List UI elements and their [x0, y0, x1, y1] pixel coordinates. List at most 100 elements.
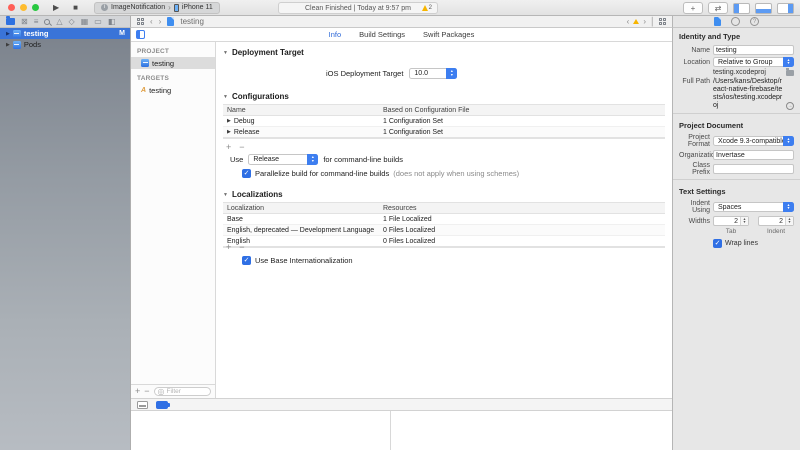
stepper-arrows-icon[interactable]: ▲▼ — [740, 217, 748, 225]
table-row[interactable]: ▶Debug 1 Configuration Set — [223, 116, 665, 127]
tab-build-settings[interactable]: Build Settings — [359, 30, 405, 39]
target-item-label[interactable]: testing — [149, 86, 171, 95]
editor-options-button[interactable]: ⇄ — [708, 2, 728, 14]
add-editor-icon[interactable] — [659, 18, 666, 25]
tab-swift-packages[interactable]: Swift Packages — [423, 30, 474, 39]
issue-navigator-icon[interactable]: △ — [56, 17, 62, 27]
close-window-button[interactable] — [8, 4, 15, 11]
breakpoint-navigator-icon[interactable]: ▭ — [94, 17, 102, 27]
project-format-popup[interactable]: Xcode 9.3-compatible ▲▼ — [713, 136, 794, 146]
name-field[interactable]: testing — [713, 45, 794, 55]
navigator-item-pods[interactable]: ▶ Pods — [0, 39, 130, 50]
issue-warning-icon — [633, 19, 639, 24]
table-row[interactable]: Base 1 File Localized — [223, 214, 665, 225]
column-resources[interactable]: Resources — [381, 205, 665, 212]
project-item-label[interactable]: testing — [152, 59, 174, 68]
related-items-icon[interactable] — [137, 18, 144, 25]
add-target-button[interactable]: + — [135, 387, 140, 396]
run-button[interactable]: ▶ — [53, 3, 59, 12]
organization-field[interactable]: Invertase — [713, 150, 794, 160]
test-navigator-icon[interactable]: ◇ — [69, 17, 75, 27]
issue-forward-button[interactable]: › — [643, 17, 646, 26]
toggle-debug-area-button[interactable] — [755, 3, 772, 14]
zoom-window-button[interactable] — [32, 4, 39, 11]
disclosure-open-icon[interactable]: ▼ — [223, 50, 228, 56]
project-editor-tabs: Info Build Settings Swift Packages — [131, 28, 672, 42]
table-row[interactable]: English 0 Files Localized — [223, 236, 665, 247]
tab-width-stepper[interactable]: 2 ▲▼ — [713, 216, 749, 226]
history-inspector-icon[interactable] — [731, 17, 740, 26]
section-deployment-target[interactable]: ▼ Deployment Target — [223, 48, 304, 57]
forward-button[interactable]: › — [159, 17, 162, 26]
back-button[interactable]: ‹ — [150, 17, 153, 26]
disclosure-icon[interactable]: ▶ — [6, 31, 10, 37]
hide-debug-area-icon[interactable] — [137, 401, 148, 409]
disclosure-icon[interactable]: ▶ — [227, 129, 231, 135]
file-inspector-icon[interactable] — [714, 17, 721, 26]
quick-help-inspector-icon[interactable]: ? — [750, 17, 759, 26]
table-row[interactable]: English, deprecated — Development Langua… — [223, 225, 665, 236]
class-prefix-field[interactable] — [713, 164, 794, 174]
editor-sidebar-toggle-icon[interactable] — [136, 30, 145, 39]
add-localization-button[interactable]: + — [226, 242, 231, 252]
column-localization[interactable]: Localization — [223, 205, 381, 212]
minimize-window-button[interactable] — [20, 4, 27, 11]
disclosure-open-icon[interactable]: ▼ — [223, 192, 228, 198]
command-line-config-popup[interactable]: Release ▲▼ — [248, 154, 318, 165]
ios-deployment-target-label: iOS Deployment Target — [326, 69, 403, 78]
search-navigator-icon[interactable] — [44, 19, 50, 25]
base-internationalization-checkbox[interactable]: ✓ — [242, 256, 251, 265]
wrap-lines-checkbox[interactable]: ✓ — [713, 239, 722, 248]
full-path-value: /Users/kans/Desktop/react-native-firebas… — [713, 78, 794, 110]
section-localizations[interactable]: ▼ Localizations — [223, 190, 283, 199]
scheme-selector[interactable]: i ImageNotification › iPhone 11 — [94, 2, 220, 14]
indent-width-stepper[interactable]: 2 ▲▼ — [758, 216, 794, 226]
project-item[interactable]: testing — [131, 57, 215, 69]
stepper-arrows-icon[interactable]: ▲▼ — [785, 217, 793, 225]
filter-input[interactable] — [167, 388, 207, 395]
column-based-on[interactable]: Based on Configuration File — [381, 107, 665, 114]
toggle-navigator-button[interactable] — [733, 3, 750, 14]
symbol-navigator-icon[interactable]: ≡ — [34, 17, 39, 27]
editor-tab-bar: ‹ › testing ‹ › │ — [130, 16, 672, 28]
toggle-inspector-button[interactable] — [777, 3, 794, 14]
folder-icon[interactable] — [786, 70, 794, 76]
target-item[interactable]: A testing — [131, 84, 215, 96]
debug-navigator-icon[interactable]: ▦ — [81, 17, 89, 27]
variables-view[interactable] — [131, 411, 391, 450]
sidebar-filter-field[interactable]: ◎ — [154, 387, 211, 396]
column-name[interactable]: Name — [223, 107, 381, 114]
disclosure-icon[interactable]: ▶ — [6, 42, 10, 48]
navigator-item-label[interactable]: Pods — [24, 40, 41, 49]
console-toggle-icon[interactable] — [156, 401, 168, 409]
library-button[interactable]: + — [683, 2, 703, 14]
localization-resources: 1 File Localized — [381, 216, 665, 223]
disclosure-open-icon[interactable]: ▼ — [223, 94, 228, 100]
warning-badge[interactable]: 2 — [422, 5, 432, 11]
open-path-arrow-icon[interactable]: → — [786, 102, 794, 110]
remove-target-button[interactable]: − — [144, 387, 149, 396]
tab-info[interactable]: Info — [329, 30, 342, 39]
indent-using-popup[interactable]: Spaces ▲▼ — [713, 202, 794, 212]
breadcrumb-file[interactable]: testing — [180, 17, 204, 26]
table-row[interactable]: ▶Release 1 Configuration Set — [223, 127, 665, 138]
scheme-device[interactable]: iPhone 11 — [182, 4, 213, 11]
inspector-icon-bar: ? — [672, 16, 800, 28]
navigator-item-label[interactable]: testing — [24, 29, 49, 38]
report-navigator-icon[interactable]: ◧ — [108, 17, 116, 27]
stop-button[interactable]: ■ — [73, 3, 78, 12]
source-control-navigator-icon[interactable]: ⊠ — [21, 17, 28, 27]
remove-localization-button[interactable]: − — [239, 242, 244, 252]
ios-deployment-target-popup[interactable]: 10.0 ▲▼ — [409, 68, 457, 79]
disclosure-icon[interactable]: ▶ — [227, 118, 231, 124]
add-configuration-button[interactable]: + — [226, 142, 231, 152]
project-navigator-icon[interactable] — [6, 18, 15, 25]
scheme-target[interactable]: ImageNotification — [111, 4, 165, 11]
issue-back-button[interactable]: ‹ — [627, 17, 630, 26]
parallelize-checkbox[interactable]: ✓ — [242, 169, 251, 178]
console-view[interactable] — [391, 411, 673, 450]
remove-configuration-button[interactable]: − — [239, 142, 244, 152]
location-popup[interactable]: Relative to Group ▲▼ — [713, 57, 794, 67]
navigator-item-testing[interactable]: ▶ testing M — [0, 28, 130, 39]
section-configurations[interactable]: ▼ Configurations — [223, 92, 289, 101]
